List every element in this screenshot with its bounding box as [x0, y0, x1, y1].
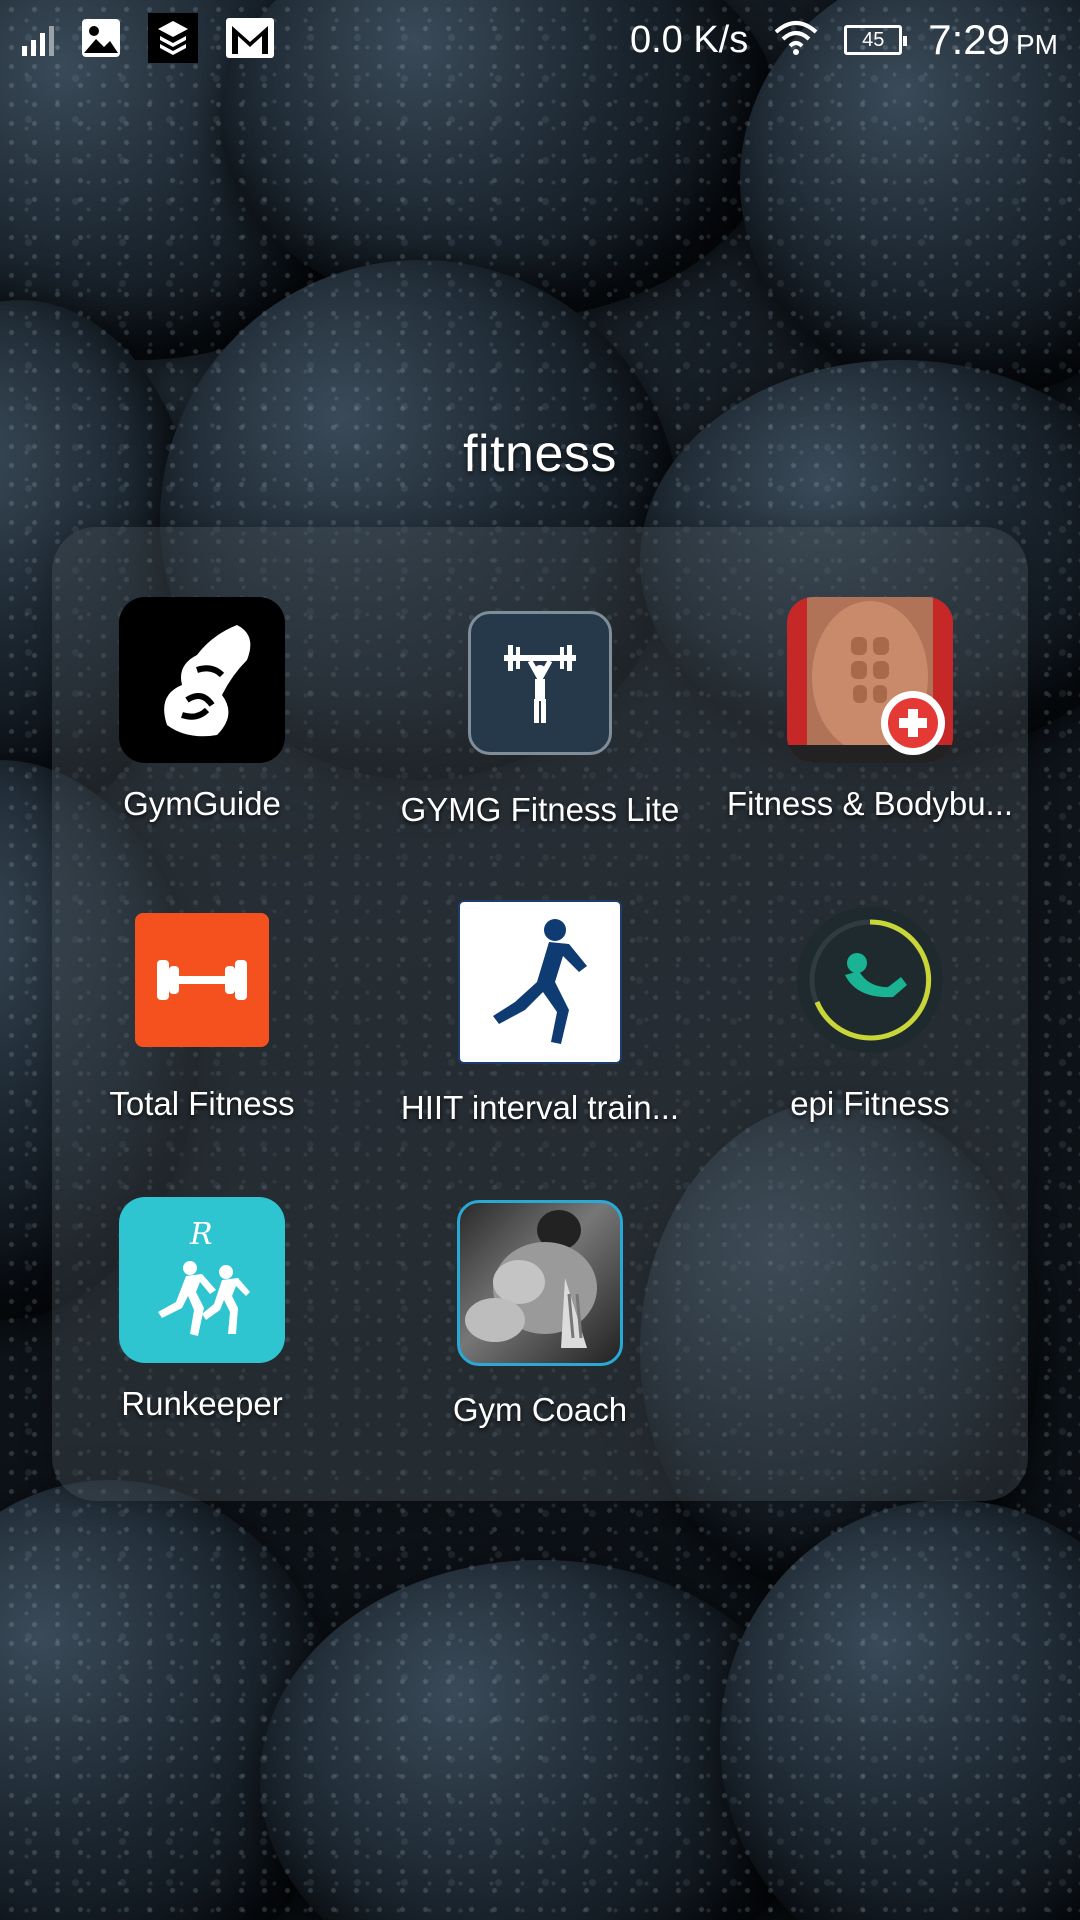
app-label: epi Fitness [790, 1085, 950, 1122]
hiit-interval-icon [458, 900, 622, 1064]
clock-ampm: PM [1016, 29, 1058, 60]
app-hiit-interval-training[interactable]: HIIT interval train... [390, 897, 690, 1127]
app-label: GymGuide [123, 785, 281, 822]
app-gymguide[interactable]: GymGuide [52, 597, 352, 823]
app-epi-fitness[interactable]: epi Fitness [720, 897, 1020, 1123]
folder-title[interactable]: fitness [0, 424, 1080, 484]
gallery-icon [80, 17, 122, 64]
gymg-fitness-icon [468, 611, 612, 755]
total-fitness-icon [135, 913, 269, 1047]
battery-level: 45 [862, 28, 885, 51]
layers-app-icon [148, 12, 198, 68]
app-label: Runkeeper [121, 1385, 283, 1422]
signal-icon [22, 24, 54, 56]
app-fitness-bodybuilding[interactable]: Fitness & Bodybu... [720, 597, 1020, 823]
app-label: HIIT interval train... [400, 1089, 680, 1126]
net-speed: 0.0 K/s [629, 18, 749, 61]
app-gym-coach[interactable]: Gym Coach [390, 1197, 690, 1429]
battery-icon: 45 [844, 25, 908, 55]
epi-fitness-icon [797, 907, 943, 1053]
app-runkeeper[interactable]: R Runkeeper [52, 1197, 352, 1423]
gymguide-icon [119, 597, 285, 763]
runkeeper-icon: R [119, 1197, 285, 1363]
app-total-fitness[interactable]: Total Fitness [52, 897, 352, 1123]
svg-text:R: R [189, 1217, 213, 1252]
wifi-icon [774, 20, 818, 61]
app-label: GYMG Fitness Lite [400, 791, 680, 828]
gmail-icon [224, 16, 276, 65]
clock-time: 7:29 [928, 16, 1010, 63]
app-label: Total Fitness [109, 1085, 295, 1122]
status-bar: 0.0 K/s 45 7:29 PM [0, 0, 1080, 80]
clock: 7:29 PM [928, 16, 1058, 64]
fitness-bodybuilding-icon [787, 597, 953, 763]
folder-panel: GymGuide GYMG Fitness Lite Fitness & Bod… [52, 527, 1028, 1501]
gym-coach-icon [457, 1200, 623, 1366]
app-label: Fitness & Bodybu... [726, 785, 1014, 822]
app-gymg-fitness-lite[interactable]: GYMG Fitness Lite [390, 597, 690, 829]
app-label: Gym Coach [452, 1391, 628, 1428]
